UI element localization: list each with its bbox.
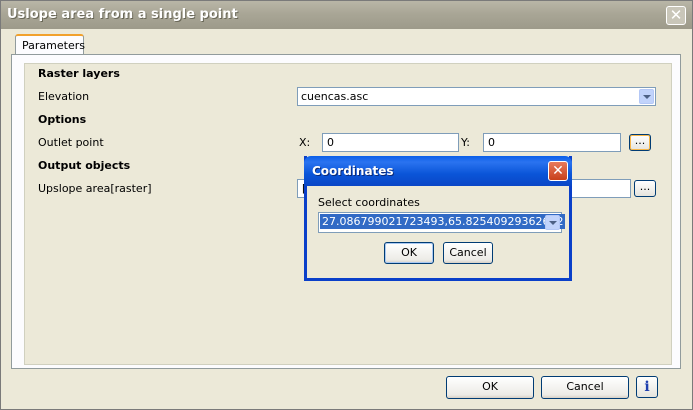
window-title: Uslope area from a single point (7, 7, 238, 22)
close-icon[interactable]: ✕ (666, 6, 686, 25)
info-icon[interactable]: i (636, 376, 658, 398)
outlet-point-browse-button[interactable]: ... (629, 134, 651, 151)
section-options: Options (38, 113, 87, 126)
y-coordinate-input[interactable]: 0 (483, 133, 621, 152)
coordinates-select[interactable]: 27.086799021723493,65.82540929362682 (318, 212, 566, 233)
x-label: X: (299, 136, 311, 149)
x-coordinate-input[interactable]: 0 (322, 133, 459, 152)
section-output-objects: Output objects (38, 159, 131, 172)
y-coordinate-value: 0 (488, 136, 495, 149)
tab-parameters-label: Parameters (22, 39, 85, 52)
y-label: Y: (461, 136, 470, 149)
ok-button[interactable]: OK (446, 376, 534, 399)
section-raster-layers: Raster layers (38, 67, 120, 80)
coordinates-title-bar[interactable]: Coordinates ✕ (304, 156, 572, 186)
elevation-label: Elevation (38, 90, 90, 103)
close-icon[interactable]: ✕ (548, 161, 568, 181)
coordinates-dialog: Coordinates ✕ Select coordinates 27.0867… (304, 156, 572, 281)
coordinates-selected-value: 27.086799021723493,65.82540929362682 (320, 214, 566, 229)
coordinates-title: Coordinates (312, 164, 394, 178)
elevation-select[interactable]: cuencas.asc (297, 87, 656, 106)
title-bar[interactable]: Uslope area from a single point ✕ (1, 1, 692, 29)
outlet-point-label: Outlet point (38, 136, 104, 149)
elevation-value: cuencas.asc (301, 90, 369, 103)
upslope-area-browse-button[interactable]: ... (634, 180, 656, 197)
chevron-down-icon[interactable] (639, 89, 654, 104)
cancel-button[interactable]: Cancel (541, 376, 629, 399)
select-coordinates-label: Select coordinates (318, 196, 420, 209)
chevron-down-icon[interactable] (545, 215, 560, 230)
coordinates-ok-button[interactable]: OK (384, 242, 434, 264)
x-coordinate-value: 0 (327, 136, 334, 149)
tab-parameters[interactable]: Parameters (15, 34, 85, 55)
upslope-area-label: Upslope area[raster] (38, 182, 152, 195)
coordinates-cancel-button[interactable]: Cancel (443, 242, 493, 264)
